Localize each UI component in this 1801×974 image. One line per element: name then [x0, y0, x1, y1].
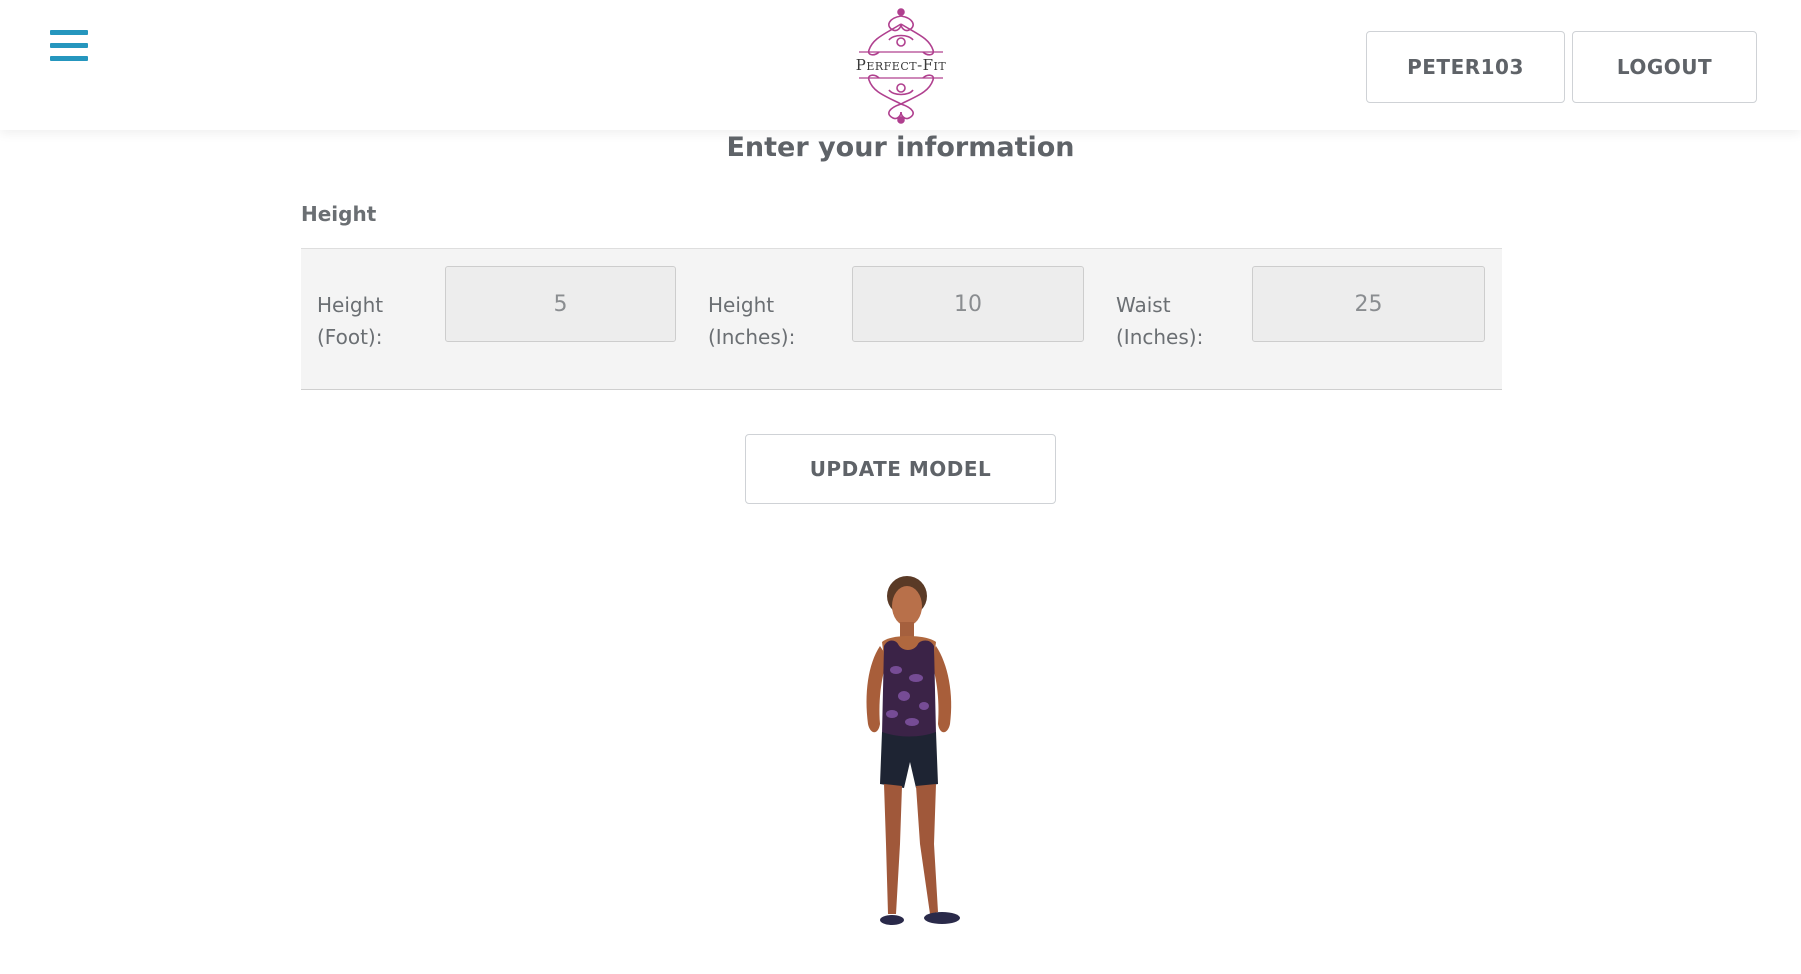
user-account-button[interactable]: PETER103 [1366, 31, 1565, 103]
logo-text: Perfect-Fit [855, 56, 947, 74]
height-inches-label-line2: (Inches): [708, 325, 796, 349]
height-foot-label: Height (Foot): [317, 289, 437, 353]
logout-label: LOGOUT [1616, 55, 1713, 79]
waist-inches-label: Waist (Inches): [1116, 289, 1236, 353]
height-inches-input[interactable] [852, 266, 1084, 342]
logout-button[interactable]: LOGOUT [1572, 31, 1757, 103]
update-model-button[interactable]: UPDATE MODEL [745, 434, 1056, 504]
section-label-height: Height [301, 202, 377, 226]
page-title: Enter your information [726, 132, 1075, 163]
height-foot-input[interactable] [445, 266, 676, 342]
height-inches-label-line1: Height [708, 293, 775, 317]
height-foot-label-line1: Height [317, 293, 384, 317]
body-model-figure [850, 574, 990, 950]
waist-inches-input[interactable] [1252, 266, 1485, 342]
height-foot-label-line2: (Foot): [317, 325, 383, 349]
measurements-panel: Height (Foot): Height (Inches): Waist (I… [301, 248, 1502, 390]
update-model-label: UPDATE MODEL [809, 457, 992, 481]
top-header: Perfect-Fit PETER103 LOGOUT [0, 0, 1801, 130]
waist-inches-label-line1: Waist [1116, 293, 1171, 317]
height-inches-label: Height (Inches): [708, 289, 828, 353]
waist-inches-label-line2: (Inches): [1116, 325, 1204, 349]
hamburger-menu-icon[interactable] [50, 30, 90, 68]
user-account-label: PETER103 [1407, 55, 1524, 79]
perfect-fit-logo[interactable]: Perfect-Fit [845, 4, 957, 126]
